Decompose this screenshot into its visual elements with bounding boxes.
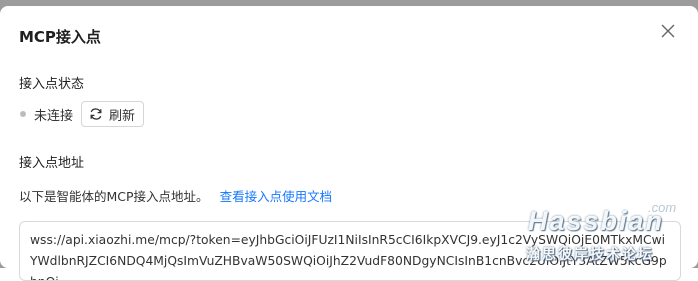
refresh-label: 刷新 — [109, 108, 136, 124]
close-icon[interactable] — [660, 23, 676, 39]
status-row: 未连接 刷新 — [19, 101, 145, 127]
refresh-button[interactable]: 刷新 — [81, 101, 145, 127]
address-description-row: 以下是智能体的MCP接入点地址。 查看接入点使用文档 — [19, 186, 332, 205]
endpoint-url-text: wss://api.xiaozhi.me/mcp/?token=eyJhbGci… — [30, 233, 667, 280]
endpoint-url-field[interactable]: wss://api.xiaozhi.me/mcp/?token=eyJhbGci… — [19, 221, 681, 281]
status-dot — [20, 111, 26, 117]
status-section-label: 接入点状态 — [19, 77, 85, 92]
watermark-domain: .com — [648, 200, 677, 215]
address-description: 以下是智能体的MCP接入点地址。 — [19, 189, 209, 204]
refresh-icon — [90, 108, 102, 120]
status-text: 未连接 — [34, 108, 74, 124]
doc-link[interactable]: 查看接入点使用文档 — [220, 189, 333, 204]
address-section-label: 接入点地址 — [19, 156, 85, 171]
dialog-title: MCP接入点 — [19, 28, 101, 46]
mcp-endpoint-dialog: MCP接入点 接入点状态 未连接 刷新 接入点地址 以下是智能体的MCP接入点地… — [0, 6, 698, 281]
